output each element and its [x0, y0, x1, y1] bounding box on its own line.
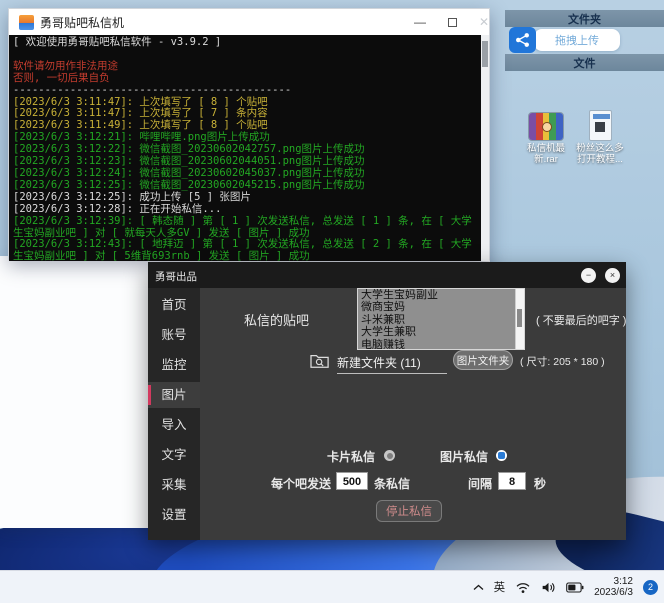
maximize-button[interactable]: [437, 9, 467, 35]
wifi-icon[interactable]: [515, 581, 531, 594]
image-folder-button[interactable]: 图片文件夹: [453, 350, 513, 370]
console-scrollbar[interactable]: [481, 35, 489, 261]
clock[interactable]: 3:12 2023/6/3: [594, 576, 633, 599]
sidebar-item-3[interactable]: 图片: [148, 382, 200, 408]
document-icon: [589, 110, 612, 141]
desktop-icon-label: 粉丝这么多打开教程...: [572, 143, 628, 165]
minimize-button[interactable]: −: [581, 268, 596, 283]
yongge-dialog: 勇哥出品 − × 首页账号监控图片导入文字采集设置 私信的贴吧 大学生宝妈副业微…: [148, 262, 626, 540]
sidebar-item-5[interactable]: 文字: [148, 442, 200, 468]
interval-suffix-label: 秒: [534, 475, 546, 492]
image-message-label: 图片私信: [440, 448, 488, 465]
image-message-radio[interactable]: [496, 450, 507, 461]
tieba-listbox[interactable]: 大学生宝妈副业微商宝妈斗米兼职大学生兼职电脑赚钱: [357, 288, 525, 350]
desktop-icon-winrar[interactable]: 私信机最新.rar: [518, 112, 574, 165]
console-line: [2023/6/3 3:12:25]: 成功上传 [5 ] 张图片: [13, 192, 477, 204]
console-line: [ 欢迎使用勇哥贴吧私信软件 - v3.9.2 ]: [13, 37, 477, 49]
sidebar-item-7[interactable]: 设置: [148, 502, 200, 528]
sidebar-item-2[interactable]: 监控: [148, 352, 200, 378]
console-line: [2023/6/3 3:12:28]: 正在开始私信...: [13, 204, 477, 216]
message-type-row: 卡片私信 图片私信: [200, 448, 626, 464]
ime-indicator[interactable]: 英: [494, 579, 506, 595]
speaker-icon[interactable]: [541, 581, 556, 594]
tieba-list-item[interactable]: 大学生宝妈副业: [358, 289, 524, 301]
tieba-label: 私信的贴吧: [244, 310, 309, 329]
console-window-title: 勇哥贴吧私信机: [40, 14, 124, 31]
console-line: ----------------------------------------…: [13, 85, 477, 97]
upload-panel-file-header: 文件: [505, 54, 664, 71]
interval-input[interactable]: 8: [498, 472, 526, 490]
close-icon[interactable]: ✕: [469, 9, 499, 35]
console-line: 软件请勿用作非法用途: [13, 61, 477, 73]
notification-badge[interactable]: 2: [643, 580, 658, 595]
sidebar-item-1[interactable]: 账号: [148, 322, 200, 348]
tieba-list-item[interactable]: 斗米兼职: [358, 314, 524, 326]
send-count-input[interactable]: 500: [336, 472, 368, 490]
minimize-button[interactable]: —: [405, 9, 435, 35]
stop-message-button[interactable]: 停止私信: [376, 500, 442, 522]
upload-panel-folder-header: 文件夹: [505, 10, 664, 27]
console-log: [ 欢迎使用勇哥贴吧私信软件 - v3.9.2 ] 软件请勿用作非法用途否则, …: [9, 35, 489, 261]
battery-icon[interactable]: [566, 582, 584, 593]
send-suffix-label: 条私信: [374, 475, 410, 492]
tieba-list-item[interactable]: 微商宝妈: [358, 301, 524, 313]
card-message-radio[interactable]: [384, 450, 395, 461]
chevron-up-icon[interactable]: [473, 584, 484, 591]
send-settings-row: 每个吧发送 500 条私信 间隔 8 秒: [200, 472, 626, 492]
listbox-scrollbar[interactable]: [515, 289, 524, 349]
tieba-list-item[interactable]: 电脑赚钱: [358, 339, 524, 350]
winrar-icon: [528, 112, 564, 141]
send-prefix-label: 每个吧发送: [271, 475, 331, 492]
scrollbar-thumb[interactable]: [482, 41, 488, 67]
console-line: [2023/6/3 3:12:25]: 微信截图_20230602045215.…: [13, 180, 477, 192]
system-tray: 英 3:12 2023/6/3 2: [473, 576, 664, 599]
interval-label: 间隔: [468, 475, 492, 492]
console-line: 否则, 一切后果自负: [13, 73, 477, 85]
console-window: 勇哥贴吧私信机 — ✕ [ 欢迎使用勇哥贴吧私信软件 - v3.9.2 ] 软件…: [8, 8, 490, 260]
dialog-main: 私信的贴吧 大学生宝妈副业微商宝妈斗米兼职大学生兼职电脑赚钱 ( 不要最后的吧字…: [200, 288, 626, 540]
desktop-icon-document[interactable]: 粉丝这么多打开教程...: [572, 110, 628, 165]
console-app-icon: [19, 15, 34, 30]
tieba-list-item[interactable]: 大学生兼职: [358, 326, 524, 338]
folder-search-icon: [309, 352, 331, 375]
share-upload-icon[interactable]: [509, 27, 536, 53]
dialog-title: 勇哥出品: [155, 269, 197, 284]
card-message-label: 卡片私信: [327, 448, 375, 465]
sidebar-item-0[interactable]: 首页: [148, 292, 200, 318]
drag-upload-button[interactable]: 拖拽上传: [534, 29, 620, 51]
clock-time: 3:12: [594, 576, 633, 588]
tieba-list-items: 大学生宝妈副业微商宝妈斗米兼职大学生兼职电脑赚钱: [358, 289, 524, 350]
close-icon[interactable]: ×: [605, 268, 620, 283]
sidebar-item-4[interactable]: 导入: [148, 412, 200, 438]
scrollbar-thumb[interactable]: [517, 309, 522, 327]
taskbar: 英 3:12 2023/6/3 2: [0, 570, 664, 603]
desktop-icon-label: 私信机最新.rar: [518, 143, 574, 165]
tieba-hint: ( 不要最后的吧字 ): [536, 312, 626, 328]
image-folder-field[interactable]: 新建文件夹 (11): [337, 354, 447, 374]
size-hint: ( 尺寸: 205 * 180 ): [520, 354, 605, 369]
console-titlebar[interactable]: 勇哥贴吧私信机 — ✕: [9, 9, 489, 35]
dialog-sidebar: 首页账号监控图片导入文字采集设置: [148, 288, 200, 540]
clock-date: 2023/6/3: [594, 587, 633, 599]
console-line: [2023/6/3 3:12:39]: [ 韩态随 ] 第 [ 1 ] 次发送私…: [13, 216, 477, 240]
sidebar-item-6[interactable]: 采集: [148, 472, 200, 498]
console-line: [2023/6/3 3:12:43]: [ 地拜迈 ] 第 [ 1 ] 次发送私…: [13, 239, 477, 261]
dialog-titlebar[interactable]: [148, 262, 626, 288]
